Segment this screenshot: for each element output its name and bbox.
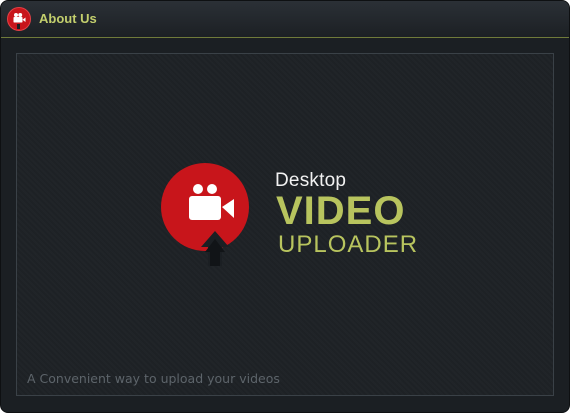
about-window: About Us Desktop VIDEO UPLOADER A Conven… <box>0 0 570 413</box>
window-title: About Us <box>39 11 97 26</box>
app-tagline: A Convenient way to upload your videos <box>27 371 280 386</box>
title-bar[interactable]: About Us <box>1 1 569 38</box>
logo-line-video: VIDEO <box>276 189 406 233</box>
about-content-panel: Desktop VIDEO UPLOADER A Convenient way … <box>16 53 554 396</box>
camera-upload-icon <box>161 163 249 266</box>
logo-line-uploader: UPLOADER <box>278 231 419 258</box>
app-camera-icon <box>7 7 31 31</box>
